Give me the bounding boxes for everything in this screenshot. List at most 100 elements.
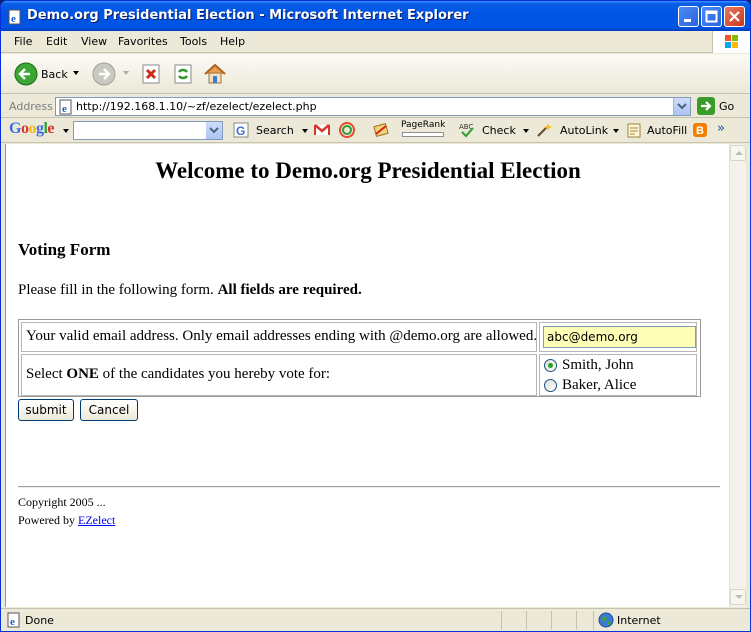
scroll-down-button[interactable] — [730, 589, 746, 605]
google-search-icon[interactable]: G — [233, 122, 249, 138]
home-button[interactable] — [202, 61, 228, 87]
pagerank-bar — [402, 132, 444, 137]
powered-by-label: Powered by — [18, 513, 75, 527]
status-divider — [501, 611, 502, 630]
svg-text:e: e — [11, 13, 16, 25]
back-arrow-icon — [14, 62, 38, 86]
menu-edit[interactable]: Edit — [46, 35, 67, 48]
candidate-label-smith[interactable]: Smith, John — [562, 357, 634, 374]
google-logo[interactable]: Google — [9, 120, 54, 138]
vote-prompt: Select ONE of the candidates you hereby … — [26, 366, 330, 383]
google-search-button[interactable]: Search — [256, 124, 294, 137]
title-bar[interactable]: e Demo.org Presidential Election - Micro… — [1, 1, 750, 31]
maximize-icon — [705, 10, 718, 23]
popup-blocker-icon[interactable] — [373, 122, 389, 138]
address-label: Address — [9, 100, 53, 113]
stop-button[interactable] — [140, 63, 162, 89]
ezelect-link[interactable]: EZelect — [78, 513, 115, 527]
close-icon — [729, 11, 740, 22]
copyright-text: Copyright 2005 ... — [18, 495, 106, 509]
minimize-button[interactable] — [678, 6, 699, 27]
email-prompt: Your valid email address. Only email add… — [26, 328, 538, 344]
email-field[interactable] — [543, 326, 696, 348]
search-dropdown-icon[interactable] — [302, 129, 308, 133]
status-page-icon: e — [7, 612, 20, 628]
pagerank-label: PageRank — [401, 120, 446, 130]
menu-help[interactable]: Help — [220, 35, 245, 48]
status-divider — [526, 611, 527, 630]
candidate-label-baker[interactable]: Baker, Alice — [562, 377, 636, 394]
menu-file[interactable]: File — [14, 35, 32, 48]
go-button[interactable] — [697, 97, 715, 115]
back-label: Back — [41, 68, 68, 81]
security-zone: Internet — [617, 614, 661, 627]
stop-icon — [142, 64, 160, 84]
go-arrow-icon — [701, 101, 712, 111]
powered-by: Powered by EZelect — [18, 513, 115, 528]
candidates-cell: Smith, John Baker, Alice — [539, 354, 697, 396]
back-button[interactable]: Back — [11, 61, 71, 87]
svg-text:B: B — [696, 125, 704, 137]
instructions-required: All fields are required. — [217, 282, 362, 298]
menu-view[interactable]: View — [81, 35, 107, 48]
candidate-radio-smith[interactable] — [544, 359, 557, 372]
standard-toolbar: Back — [1, 54, 750, 94]
back-dropdown-icon[interactable] — [73, 71, 79, 75]
address-dropdown-icon[interactable] — [673, 98, 690, 115]
vote-prompt-pre: Select — [26, 366, 63, 382]
check-button[interactable]: Check — [482, 124, 516, 137]
google-toolbar: Google G Search PageRank ABC Check AutoL… — [1, 119, 750, 143]
autolink-dropdown-icon[interactable] — [613, 129, 619, 133]
vertical-scrollbar[interactable] — [729, 144, 746, 607]
svg-text:G: G — [236, 124, 245, 138]
google-search-dropdown-icon[interactable] — [206, 122, 222, 139]
form-heading: Voting Form — [18, 240, 111, 259]
menu-favorites[interactable]: Favorites — [118, 35, 168, 48]
go-label[interactable]: Go — [719, 100, 734, 113]
status-text: Done — [25, 614, 54, 627]
refresh-button[interactable] — [172, 63, 194, 89]
refresh-icon — [174, 64, 192, 84]
close-button[interactable] — [724, 6, 745, 27]
window-title: Demo.org Presidential Election - Microso… — [27, 8, 469, 23]
scroll-up-button[interactable] — [730, 145, 746, 161]
menu-tools[interactable]: Tools — [180, 35, 207, 48]
maximize-button[interactable] — [701, 6, 722, 27]
google-search-input[interactable] — [73, 121, 223, 140]
vote-prompt-post: of the candidates you hereby vote for: — [102, 366, 331, 382]
forward-arrow-icon — [92, 62, 116, 86]
autolink-button[interactable]: AutoLink — [560, 124, 608, 137]
svg-text:e: e — [10, 616, 15, 628]
page-icon: e — [59, 99, 72, 115]
picasa-icon[interactable] — [339, 122, 355, 138]
cancel-button[interactable]: Cancel — [80, 399, 138, 421]
footer-divider — [18, 486, 720, 488]
address-input[interactable]: e http://192.168.1.10/~zf/ezelect/ezelec… — [55, 97, 691, 116]
scroll-down-arrow-icon — [735, 595, 743, 599]
address-bar: Address e http://192.168.1.10/~zf/ezelec… — [1, 95, 750, 118]
google-menu-dropdown-icon[interactable] — [63, 129, 69, 133]
email-prompt-cell: Your valid email address. Only email add… — [21, 322, 537, 352]
windows-logo-icon — [712, 31, 750, 53]
spellcheck-icon[interactable]: ABC — [459, 122, 475, 138]
autolink-wand-icon[interactable] — [536, 122, 552, 138]
page-content: Welcome to Demo.org Presidential Electio… — [5, 144, 729, 607]
forward-button[interactable] — [91, 61, 117, 87]
internet-globe-icon — [598, 612, 614, 628]
submit-button[interactable]: submit — [18, 399, 74, 421]
vote-prompt-one: ONE — [66, 366, 99, 382]
autofill-icon[interactable] — [626, 122, 642, 138]
instructions-text: Please fill in the following form. — [18, 282, 214, 298]
candidate-radio-baker[interactable] — [544, 379, 557, 392]
page-title: Welcome to Demo.org Presidential Electio… — [155, 158, 581, 183]
toolbar-more-button[interactable]: » — [717, 121, 725, 136]
autofill-button[interactable]: AutoFill — [647, 124, 687, 137]
address-url: http://192.168.1.10/~zf/ezelect/ezelect.… — [76, 100, 317, 113]
voting-form-table: Your valid email address. Only email add… — [18, 319, 701, 397]
menu-bar: File Edit View Favorites Tools Help — [1, 31, 750, 53]
blogger-icon[interactable]: B — [692, 122, 708, 138]
check-dropdown-icon[interactable] — [523, 129, 529, 133]
gmail-icon[interactable] — [314, 122, 330, 138]
vote-prompt-cell: Select ONE of the candidates you hereby … — [21, 354, 537, 396]
forward-dropdown-icon[interactable] — [123, 71, 129, 75]
